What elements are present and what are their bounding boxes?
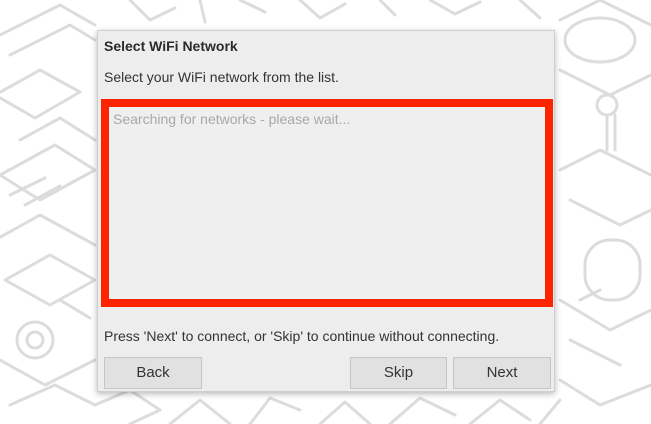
wifi-dialog: Select WiFi Network Select your WiFi net… [97, 30, 555, 392]
back-button[interactable]: Back [104, 357, 202, 389]
help-text: Press 'Next' to connect, or 'Skip' to co… [104, 328, 500, 344]
network-list-placeholder: Searching for networks - please wait... [113, 111, 351, 127]
instruction-text: Select your WiFi network from the list. [104, 69, 339, 85]
skip-button[interactable]: Skip [350, 357, 447, 389]
next-button[interactable]: Next [453, 357, 551, 389]
dialog-title: Select WiFi Network [104, 38, 238, 54]
network-list[interactable]: Searching for networks - please wait... [101, 99, 553, 307]
